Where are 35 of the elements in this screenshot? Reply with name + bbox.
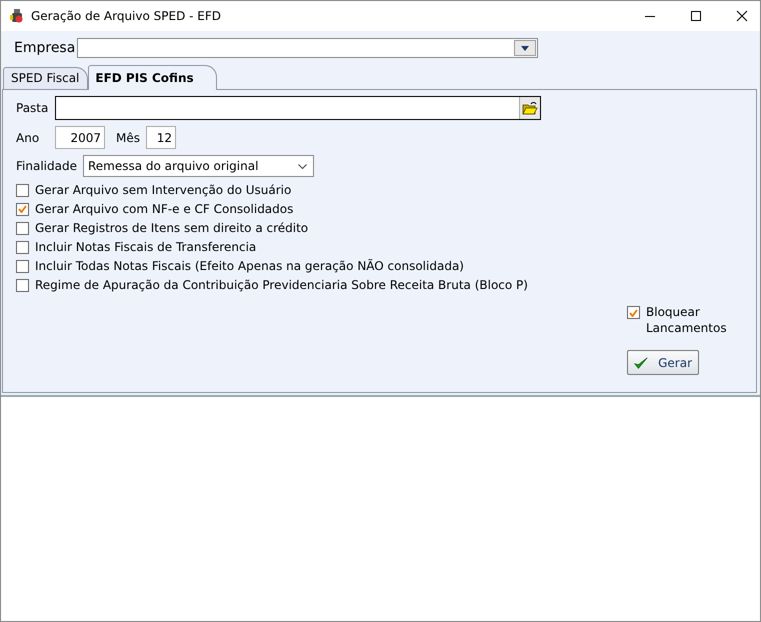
- checkbox[interactable]: [16, 240, 29, 254]
- checkbox-label: Gerar Arquivo com NF-e e CF Consolidados: [35, 202, 294, 216]
- purpose-dropdown[interactable]: Remessa do arquivo original: [82, 155, 314, 177]
- checkbox[interactable]: [16, 222, 29, 234]
- year-field[interactable]: 2007: [55, 126, 105, 149]
- field-label: Pasta: [16, 101, 50, 115]
- maximize-icon[interactable]: [690, 10, 702, 22]
- generate-button[interactable]: Gerar: [627, 350, 699, 375]
- folder-field[interactable]: [55, 96, 541, 120]
- checkbox-label: Gerar Registros de Itens sem direito a crédito: [35, 221, 308, 235]
- tab[interactable]: SPED Fiscal: [3, 67, 88, 89]
- close-icon[interactable]: [736, 10, 748, 22]
- folder-icon: [522, 101, 538, 115]
- checkbox[interactable]: [16, 202, 29, 216]
- checkbox-label: Gerar Arquivo sem Intervenção do Usuário: [35, 183, 292, 197]
- chevron-down-icon: [298, 164, 307, 168]
- field-label: Finalidade: [16, 159, 77, 173]
- window-title: Geração de Arquivo SPED - EFD: [31, 9, 222, 23]
- checkbox-label: Incluir Notas Fiscais de Transferencia: [35, 240, 256, 254]
- month-field[interactable]: 12: [146, 126, 176, 149]
- app-icon: [9, 8, 25, 24]
- checkbox-label: Regime de Apuração da Contribuição Previdenciaria Sobre Receita Bruta (Bloco P): [35, 278, 528, 292]
- checkmark-icon: [634, 356, 648, 370]
- checkbox[interactable]: [627, 306, 640, 319]
- checkbox[interactable]: [16, 184, 29, 196]
- checkbox[interactable]: [16, 278, 29, 292]
- field-label: Ano: [16, 130, 40, 144]
- checkbox[interactable]: [16, 260, 29, 272]
- open-folder-button[interactable]: [519, 97, 540, 119]
- dropdown-arrow-icon[interactable]: [521, 46, 530, 50]
- field-label: Mês: [116, 130, 140, 144]
- checkbox-label: Bloquear Lancamentos: [646, 304, 726, 336]
- checkbox-label: Incluir Todas Notas Fiscais (Efeito Apenas na geração NÃO consolidada): [35, 259, 464, 273]
- tab[interactable]: EFD PIS Cofins: [88, 65, 217, 90]
- field-label: Empresa: [14, 40, 76, 56]
